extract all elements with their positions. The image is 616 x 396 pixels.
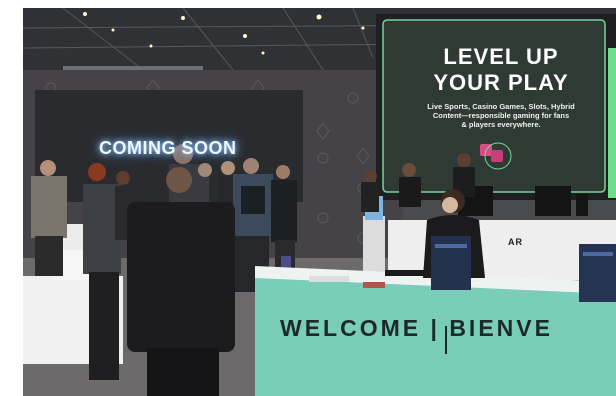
screen-headline-line1: LEVEL UP [443, 44, 559, 69]
counter-papers [309, 276, 349, 282]
screen-subline-3: & players everywhere. [461, 120, 541, 129]
screen-subline-2: Content—responsible gaming for fans [432, 111, 570, 120]
screen-subline-1: Live Sports, Casino Games, Slots, Hybrid [427, 102, 575, 111]
green-panel-edge [608, 48, 616, 198]
counter-phone [363, 282, 385, 288]
expo-booth-photo: COMING SOON LEVEL UP YOUR PLAY Live Spor… [23, 8, 616, 396]
coming-soon-text: COMING SOON [99, 138, 237, 158]
side-stand [363, 216, 385, 276]
welcome-counter-text: WELCOME | BIENVE [280, 315, 553, 341]
back-counter-text: AR [508, 237, 523, 247]
screen-headline-line2: YOUR PLAY [433, 70, 569, 95]
